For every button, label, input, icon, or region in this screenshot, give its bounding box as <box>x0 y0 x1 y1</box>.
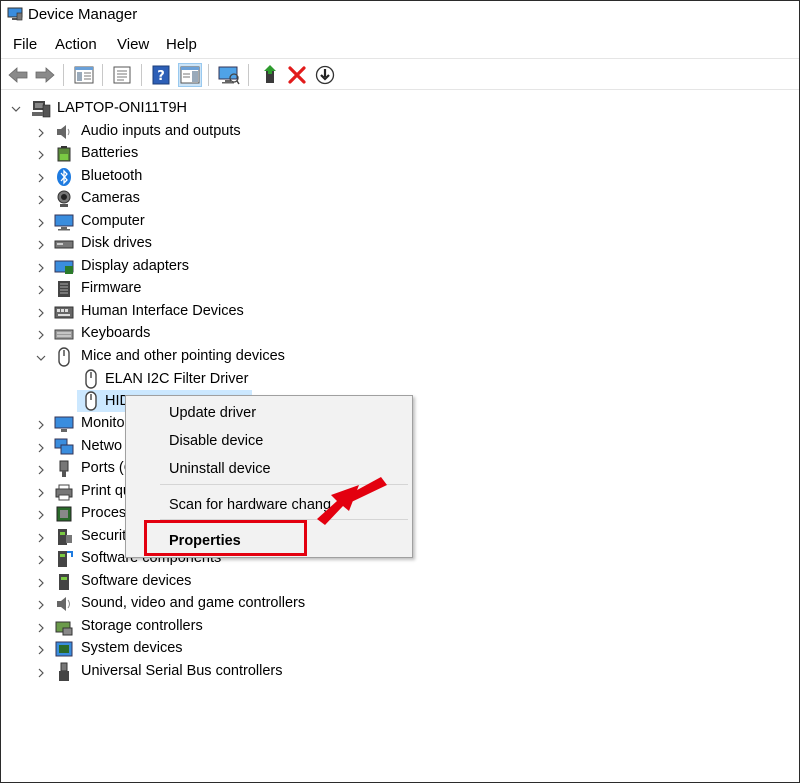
forward-icon[interactable] <box>33 63 57 87</box>
hid-icon <box>54 306 74 319</box>
disable-device-icon[interactable] <box>313 63 337 87</box>
printer-icon <box>55 484 73 501</box>
device-manager-window: Device Manager File Action View Help ? L… <box>0 0 800 783</box>
tree-category-keyboards[interactable]: Keyboards <box>81 325 150 341</box>
computer-root-icon <box>32 101 51 118</box>
context-menu-update-driver[interactable]: Update driver <box>169 405 256 421</box>
mouse-icon <box>85 391 97 411</box>
tree-category-universal-serial-bus-controllers[interactable]: Universal Serial Bus controllers <box>81 663 282 679</box>
tree-category-computer[interactable]: Computer <box>81 213 145 229</box>
menu-action[interactable]: Action <box>55 36 97 53</box>
context-menu-scan-for-hardware-changes[interactable]: Scan for hardware chang <box>169 497 331 513</box>
chevron-down-icon[interactable] <box>36 353 46 363</box>
monitor-icon <box>54 416 74 432</box>
tree-category-system-devices[interactable]: System devices <box>81 640 183 656</box>
chevron-right-icon[interactable] <box>36 533 46 543</box>
menu-view[interactable]: View <box>117 36 149 53</box>
display-adapter-icon <box>54 260 74 274</box>
tree-category-batteries[interactable]: Batteries <box>81 145 138 161</box>
software-device-icon <box>59 574 69 590</box>
tree-category-mice-and-other-pointing-devices[interactable]: Mice and other pointing devices <box>81 348 285 364</box>
tree-category-display-adapters[interactable]: Display adapters <box>81 258 189 274</box>
chevron-right-icon[interactable] <box>36 420 46 430</box>
port-icon <box>59 460 69 477</box>
uninstall-device-icon[interactable] <box>285 63 309 87</box>
tree-category-sound-video-and-game-controllers[interactable]: Sound, video and game controllers <box>81 595 305 611</box>
tree-category-storage-controllers[interactable]: Storage controllers <box>81 618 203 634</box>
chevron-right-icon[interactable] <box>36 555 46 565</box>
disk-drive-icon <box>54 240 74 249</box>
chevron-right-icon[interactable] <box>36 645 46 655</box>
window-title: Device Manager <box>28 6 138 23</box>
camera-icon <box>57 190 71 207</box>
chevron-right-icon[interactable] <box>36 150 46 160</box>
help-icon[interactable]: ? <box>149 63 173 87</box>
context-menu-uninstall-device[interactable]: Uninstall device <box>169 461 271 477</box>
chevron-down-icon[interactable] <box>11 104 21 114</box>
tree-category-audio-inputs-and-outputs[interactable]: Audio inputs and outputs <box>81 123 241 139</box>
menu-help[interactable]: Help <box>166 36 197 53</box>
tree-category-human-interface-devices[interactable]: Human Interface Devices <box>81 303 244 319</box>
chevron-right-icon[interactable] <box>36 218 46 228</box>
chevron-right-icon[interactable] <box>36 263 46 273</box>
battery-icon <box>57 146 71 162</box>
storage-controller-icon <box>55 621 73 636</box>
system-device-icon <box>55 641 73 657</box>
chevron-right-icon[interactable] <box>36 443 46 453</box>
keyboard-icon <box>54 329 74 340</box>
red-arrow-annotation <box>317 477 387 525</box>
chevron-right-icon[interactable] <box>36 285 46 295</box>
scan-hardware-icon[interactable] <box>217 63 241 87</box>
tree-category-firmware[interactable]: Firmware <box>81 280 141 296</box>
tree-category-disk-drives[interactable]: Disk drives <box>81 235 152 251</box>
computer-icon <box>54 214 74 231</box>
usb-icon <box>59 662 69 681</box>
chevron-right-icon[interactable] <box>36 128 46 138</box>
chevron-right-icon[interactable] <box>36 308 46 318</box>
tree-category-securit[interactable]: Securit <box>81 528 126 544</box>
chevron-right-icon[interactable] <box>36 465 46 475</box>
action-pane-icon[interactable] <box>178 63 202 87</box>
toolbar: ? <box>1 58 799 90</box>
chevron-right-icon[interactable] <box>36 600 46 610</box>
menu-file[interactable]: File <box>13 36 37 53</box>
mouse-icon <box>58 347 70 367</box>
firmware-icon <box>58 281 70 297</box>
title-bar: Device Manager <box>1 1 799 31</box>
chevron-right-icon[interactable] <box>36 578 46 588</box>
chevron-right-icon[interactable] <box>36 330 46 340</box>
security-device-icon <box>58 529 72 545</box>
sound-icon <box>57 597 70 611</box>
context-menu-disable-device[interactable]: Disable device <box>169 433 263 449</box>
chevron-right-icon[interactable] <box>36 488 46 498</box>
tree-category-monito[interactable]: Monito <box>81 415 125 431</box>
menu-bar: File Action View Help <box>1 32 799 56</box>
svg-text:?: ? <box>157 69 165 84</box>
mouse-icon <box>85 369 97 389</box>
tree-category-bluetooth[interactable]: Bluetooth <box>81 168 142 184</box>
back-icon[interactable] <box>6 63 30 87</box>
chevron-right-icon[interactable] <box>36 240 46 250</box>
update-driver-icon[interactable] <box>258 63 282 87</box>
tree-category-software-devices[interactable]: Software devices <box>81 573 191 589</box>
chevron-right-icon[interactable] <box>36 195 46 205</box>
software-component-icon <box>58 551 73 567</box>
properties-icon[interactable] <box>110 63 134 87</box>
show-hide-console-tree-icon[interactable] <box>72 63 96 87</box>
chevron-right-icon[interactable] <box>36 623 46 633</box>
chevron-right-icon[interactable] <box>36 510 46 520</box>
bluetooth-icon <box>57 168 71 186</box>
tree-category-netwo[interactable]: Netwo <box>81 438 122 454</box>
tree-category-cameras[interactable]: Cameras <box>81 190 140 206</box>
device-manager-app-icon <box>7 7 23 21</box>
speaker-icon <box>57 125 70 139</box>
tree-category-print-qu[interactable]: Print qu <box>81 483 131 499</box>
processor-icon <box>56 506 72 522</box>
chevron-right-icon[interactable] <box>36 173 46 183</box>
tree-root-label[interactable]: LAPTOP-ONI11T9H <box>57 100 187 116</box>
properties-highlight-box <box>144 520 307 556</box>
chevron-right-icon[interactable] <box>36 668 46 678</box>
tree-item-elan-i2c-filter-driver[interactable]: ELAN I2C Filter Driver <box>105 371 248 387</box>
network-adapter-icon <box>54 438 74 455</box>
